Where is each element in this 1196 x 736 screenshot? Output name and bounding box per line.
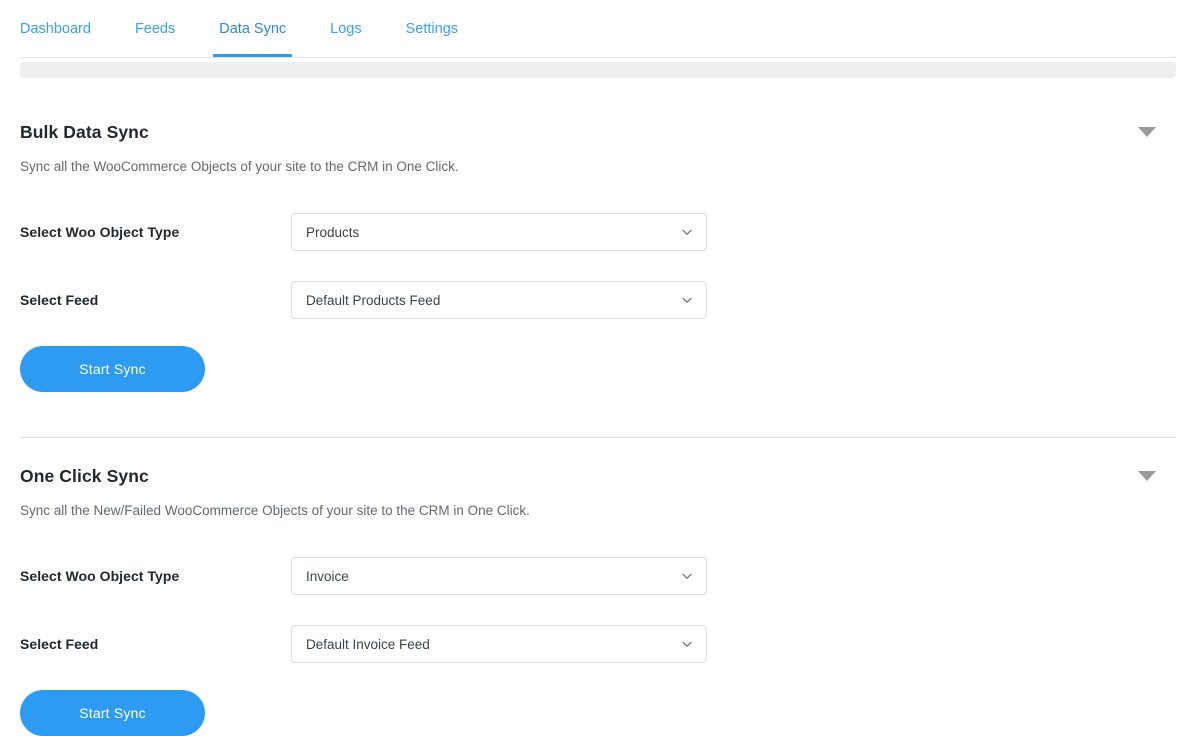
tab-logs[interactable]: Logs <box>330 0 361 58</box>
notice-band <box>20 62 1176 78</box>
oneclick-object-type-label: Select Woo Object Type <box>20 568 180 584</box>
oneclick-feed-select[interactable]: Default Invoice Feed <box>291 625 707 663</box>
bulk-start-sync-button[interactable]: Start Sync <box>20 346 205 392</box>
caret-down-icon[interactable] <box>1136 121 1158 143</box>
caret-down-glyph <box>1138 471 1156 481</box>
oneclick-feed-label: Select Feed <box>20 636 99 652</box>
chevron-down-icon <box>682 229 692 235</box>
oneclick-object-type-select[interactable]: Invoice <box>291 557 707 595</box>
one-click-sync-header: One Click Sync Sync all the New/Failed W… <box>20 466 1176 520</box>
bulk-feed-row: Select Feed Default Products Feed <box>20 281 1176 319</box>
chevron-down-icon <box>682 573 692 579</box>
chevron-down-icon <box>682 297 692 303</box>
bulk-object-type-value: Products <box>306 224 360 240</box>
tab-feeds[interactable]: Feeds <box>135 0 175 58</box>
caret-down-icon[interactable] <box>1136 465 1158 487</box>
tab-dashboard[interactable]: Dashboard <box>20 0 91 58</box>
bulk-feed-select[interactable]: Default Products Feed <box>291 281 707 319</box>
one-click-sync-title: One Click Sync <box>20 466 149 486</box>
bulk-feed-value: Default Products Feed <box>306 292 441 308</box>
bulk-feed-label: Select Feed <box>20 292 99 308</box>
tab-list: Dashboard Feeds Data Sync Logs Settings <box>20 0 1196 58</box>
bulk-object-type-label: Select Woo Object Type <box>20 224 180 240</box>
oneclick-start-sync-button[interactable]: Start Sync <box>20 690 205 736</box>
caret-down-glyph <box>1138 127 1156 137</box>
tab-settings[interactable]: Settings <box>406 0 458 58</box>
bulk-data-sync-header: Bulk Data Sync Sync all the WooCommerce … <box>20 122 1176 176</box>
one-click-sync-section: One Click Sync Sync all the New/Failed W… <box>0 438 1196 736</box>
oneclick-feed-row: Select Feed Default Invoice Feed <box>20 625 1176 663</box>
chevron-down-icon <box>682 641 692 647</box>
tab-bar-divider <box>20 57 1176 58</box>
bulk-data-sync-title: Bulk Data Sync <box>20 122 149 142</box>
bulk-object-type-select[interactable]: Products <box>291 213 707 251</box>
tab-data-sync[interactable]: Data Sync <box>213 0 293 58</box>
oneclick-feed-value: Default Invoice Feed <box>306 636 430 652</box>
tab-bar: Dashboard Feeds Data Sync Logs Settings <box>0 0 1196 58</box>
oneclick-object-type-value: Invoice <box>306 568 349 584</box>
bulk-object-type-row: Select Woo Object Type Products <box>20 213 1176 251</box>
bulk-data-sync-description: Sync all the WooCommerce Objects of your… <box>20 159 459 174</box>
oneclick-object-type-row: Select Woo Object Type Invoice <box>20 557 1176 595</box>
notice-band-wrapper <box>0 62 1196 78</box>
bulk-data-sync-section: Bulk Data Sync Sync all the WooCommerce … <box>0 78 1196 438</box>
one-click-sync-description: Sync all the New/Failed WooCommerce Obje… <box>20 503 530 518</box>
